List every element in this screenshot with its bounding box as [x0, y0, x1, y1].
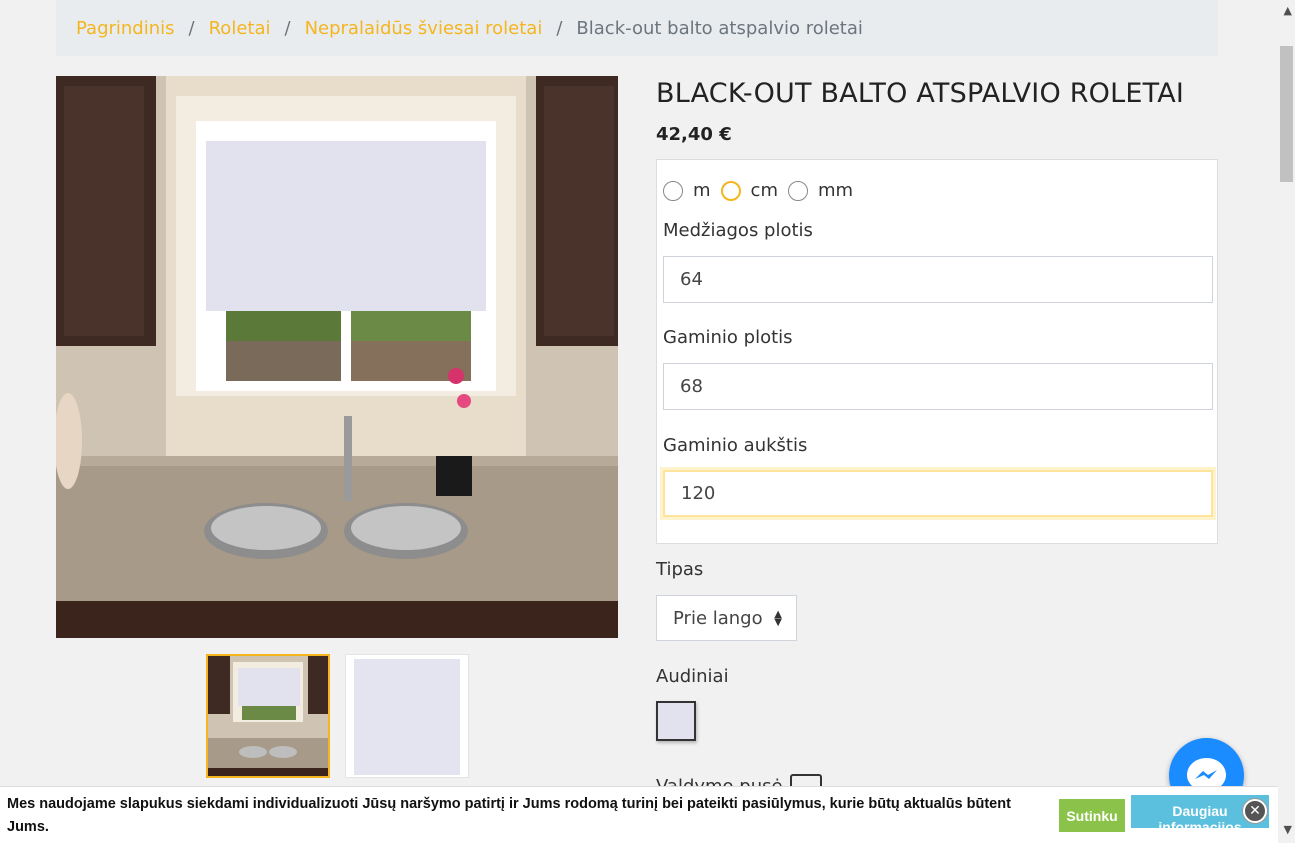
breadcrumb: Pagrindinis / Roletai / Nepralaidūs švie…	[56, 0, 1218, 56]
fabric-width-input[interactable]: 64	[663, 256, 1213, 303]
breadcrumb-roletai-link[interactable]: Roletai	[209, 18, 271, 39]
thumbnail-kitchen-image	[208, 656, 328, 776]
breadcrumb-category-link[interactable]: Nepralaidūs šviesai roletai	[305, 18, 543, 39]
product-price: 42,40 €	[656, 124, 732, 145]
type-select[interactable]: Prie lango ▲ ▼	[656, 595, 797, 641]
breadcrumb-current: Black-out balto atspalvio roletai	[576, 17, 863, 39]
unit-label-mm: mm	[817, 180, 854, 201]
product-width-label: Gaminio plotis	[663, 327, 793, 348]
product-main-image[interactable]	[56, 76, 618, 638]
product-title: BLACK-OUT BALTO ATSPALVIO ROLETAI	[656, 78, 1185, 109]
breadcrumb-separator: /	[284, 17, 291, 39]
thumbnail-fabric-image	[346, 655, 468, 777]
dimensions-panel: m cm mm Medžiagos plotis 64 Gaminio plot…	[656, 159, 1218, 544]
unit-label-m: m	[693, 180, 711, 201]
type-label: Tipas	[656, 559, 704, 580]
cookie-banner: Mes naudojame slapukus siekdami individu…	[0, 786, 1278, 843]
type-select-value: Prie lango	[673, 607, 763, 629]
product-width-input[interactable]: 68	[663, 363, 1213, 410]
fabrics-label: Audiniai	[656, 666, 729, 687]
thumbnail-kitchen[interactable]	[206, 654, 330, 778]
unit-radio-mm[interactable]	[787, 180, 808, 201]
fabric-width-label: Medžiagos plotis	[663, 220, 813, 241]
fabric-swatch[interactable]	[656, 701, 696, 741]
breadcrumb-home-link[interactable]: Pagrindinis	[76, 18, 175, 39]
breadcrumb-separator: /	[556, 17, 563, 39]
product-height-input[interactable]: 120	[663, 470, 1213, 517]
scroll-up-arrow-icon[interactable]: ▲	[1284, 4, 1292, 17]
unit-radio-m[interactable]	[663, 180, 683, 201]
cookie-text: Mes naudojame slapukus siekdami individu…	[7, 796, 1011, 835]
close-icon[interactable]: ✕	[1243, 799, 1267, 823]
product-height-label: Gaminio aukštis	[663, 435, 808, 456]
thumbnail-fabric[interactable]	[345, 654, 469, 778]
cookie-accept-button[interactable]: Sutinku	[1059, 799, 1125, 832]
kitchen-photo	[56, 76, 618, 638]
unit-radio-cm[interactable]	[720, 180, 741, 201]
scrollbar-thumb[interactable]	[1280, 46, 1293, 182]
scroll-down-arrow-icon[interactable]: ▼	[1284, 823, 1292, 836]
unit-label-cm: cm	[750, 180, 778, 201]
unit-selector: m cm mm	[663, 180, 863, 201]
select-arrows-icon: ▲ ▼	[774, 609, 782, 628]
breadcrumb-separator: /	[188, 17, 195, 39]
page-scrollbar[interactable]: ▲ ▼	[1278, 0, 1295, 843]
